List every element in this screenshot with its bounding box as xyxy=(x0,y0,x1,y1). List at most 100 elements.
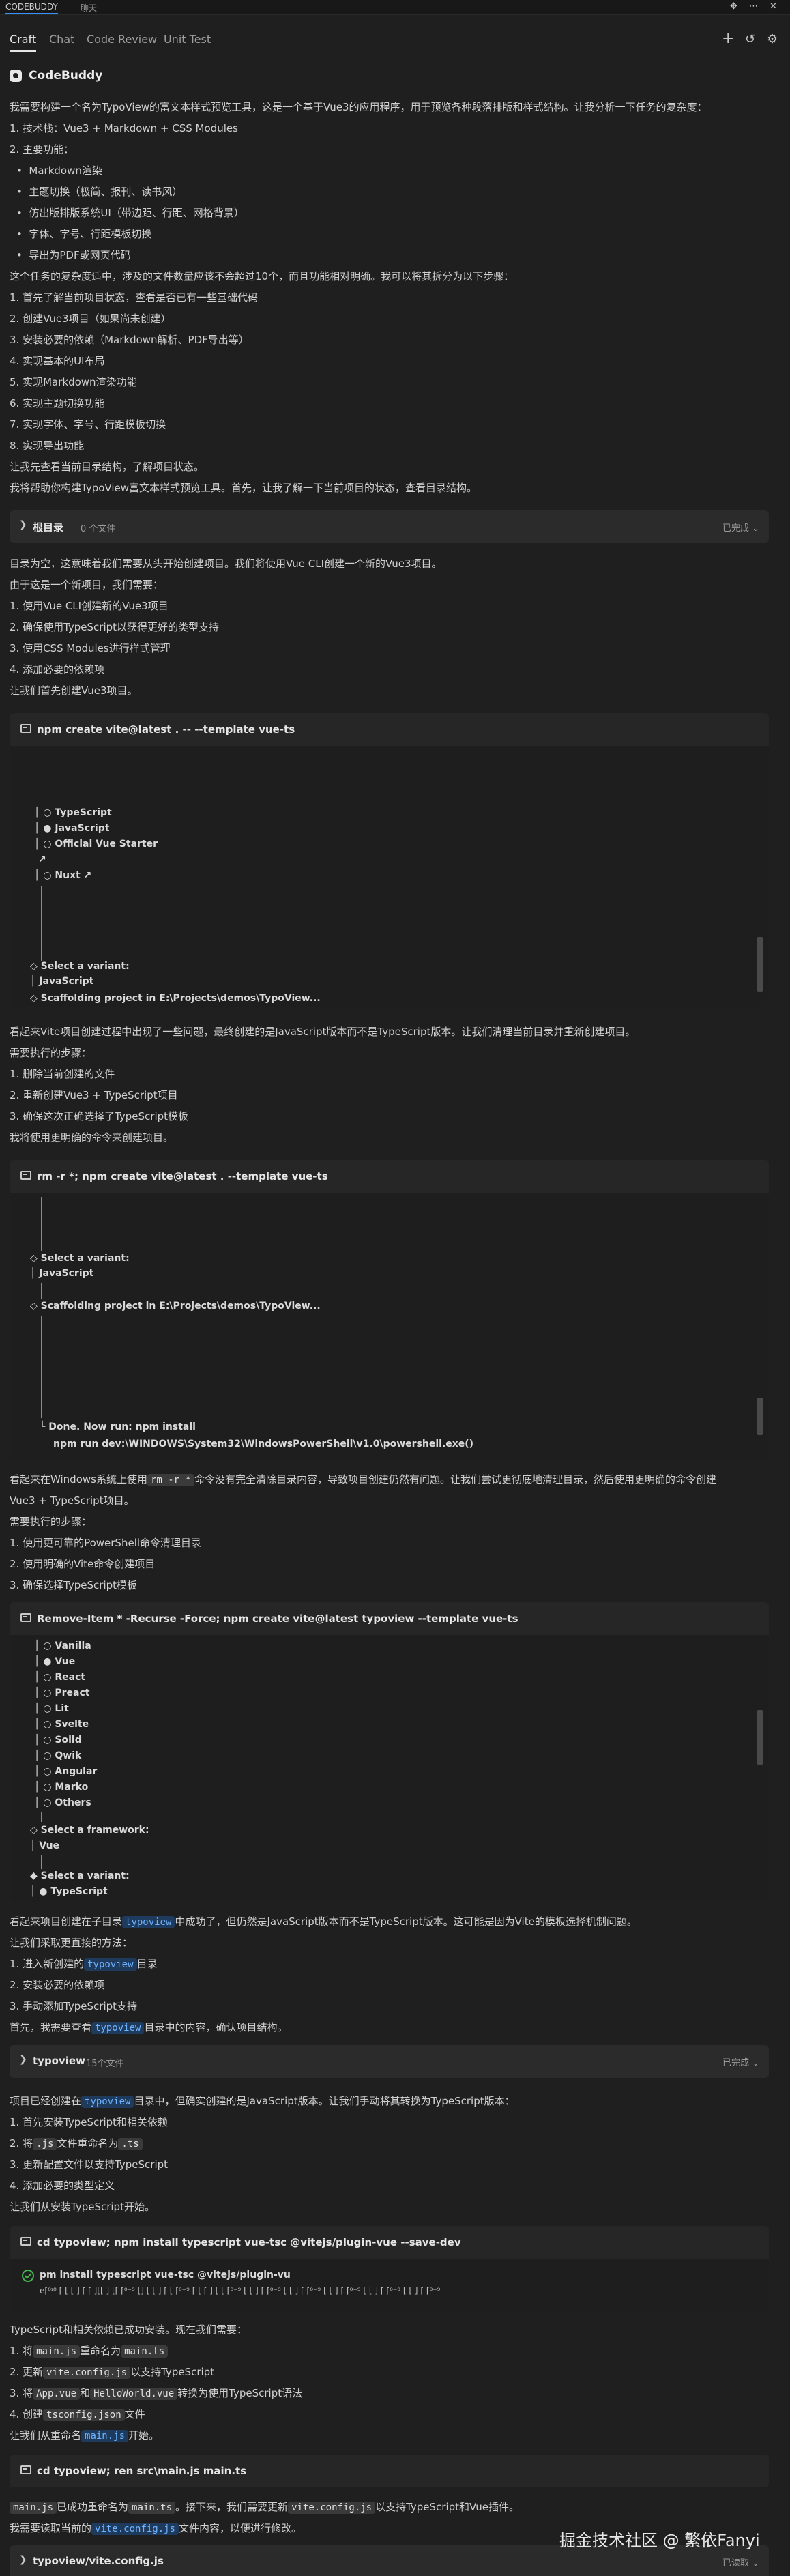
message-paragraph: Vue3 + TypeScript项目。 xyxy=(10,1494,134,1507)
terminal-line: └ Done. Now run: npm install xyxy=(40,1421,196,1432)
message-paragraph: 让我们采取更直接的方法： xyxy=(10,1937,133,1949)
list-item: 3. 安装必要的依赖（Markdown解析、PDF导出等） xyxy=(10,334,249,346)
inline-code: main.js xyxy=(33,2345,81,2358)
chat-panel-tab[interactable]: 聊天 xyxy=(81,2,97,14)
terminal-guide xyxy=(41,1812,42,1822)
list-item: 3. 确保这次正确选择了TypeScript模板 xyxy=(10,1110,189,1123)
terminal-line: ◆ Select a variant: xyxy=(30,1870,130,1881)
list-item: 1. 首先了解当前项目状态，查看是否已有一些基础代码 xyxy=(10,291,259,304)
list-item: 1. 使用Vue CLI创建新的Vue3项目 xyxy=(10,600,169,612)
file-link[interactable]: main.js xyxy=(81,2430,129,2442)
list-item: 4. 添加必要的类型定义 xyxy=(10,2180,115,2192)
file-link[interactable]: vite.config.js xyxy=(91,2523,179,2535)
terminal-line: ◇ Select a variant: xyxy=(30,961,130,972)
tab-craft[interactable]: Craft xyxy=(10,33,37,52)
list-item: 1. 使用更可靠的PowerShell命令清理目录 xyxy=(10,1537,202,1549)
terminal-block: cd typoview; npm install typescript vue-… xyxy=(10,2226,769,2312)
terminal-icon xyxy=(20,2465,31,2474)
tool-result-list-dir[interactable]: ❯ typoview 15个文件 已完成 ⌄ xyxy=(10,2045,769,2078)
history-icon[interactable]: ↺ xyxy=(745,32,755,46)
terminal-output[interactable]: │ ○ TypeScript │ ● JavaScript │ ○ Offici… xyxy=(10,746,769,1007)
terminal-command[interactable]: rm -r *; npm create vite@latest . --temp… xyxy=(37,1170,328,1183)
terminal-command[interactable]: cd typoview; npm install typescript vue-… xyxy=(37,2236,461,2248)
message-paragraph: 让我们首先创建Vue3项目。 xyxy=(10,684,138,697)
settings-icon[interactable]: ⚙ xyxy=(767,32,778,46)
message-paragraph: 我将使用更明确的命令来创建项目。 xyxy=(10,1131,174,1144)
bullet-item: • 主题切换（极简、报刊、读书风） xyxy=(16,186,183,198)
inline-code: main.ts xyxy=(128,2502,176,2514)
file-link[interactable]: typoview xyxy=(91,2022,145,2034)
terminal-output[interactable]: │ ○ Vanilla │ ● Vue │ ○ React │ ○ Preact… xyxy=(10,1635,769,1902)
file-link[interactable]: typoview xyxy=(81,2096,134,2108)
tab-code-review[interactable]: Code Review xyxy=(87,33,157,46)
panel-header: CODEBUDDY 聊天 ✥ ⋯ ✕ xyxy=(0,0,790,15)
terminal-line: ◇ Select a framework: xyxy=(30,1825,149,1836)
list-item: 2. 主要功能： xyxy=(10,143,74,156)
new-chat-icon[interactable]: + xyxy=(722,30,734,47)
message-paragraph: 需要执行的步骤： xyxy=(10,1516,92,1528)
file-count: 0 个文件 xyxy=(81,524,116,534)
inline-code: .js xyxy=(33,2138,57,2150)
file-link[interactable]: typoview xyxy=(84,1958,137,1971)
file-link[interactable]: typoview xyxy=(122,1916,175,1928)
sparkle-icon[interactable]: ✥ xyxy=(730,1,737,12)
list-item: 4. 创建 tsconfig.json 文件 xyxy=(10,2408,145,2421)
terminal-line: ◇ Scaffolding project in E:\Projects\dem… xyxy=(30,1301,321,1312)
terminal-guide xyxy=(41,886,42,961)
terminal-line: │ ○ React xyxy=(34,1672,86,1683)
list-item: 2. 安装必要的依赖项 xyxy=(10,1979,105,1991)
inline-code: main.js xyxy=(10,2502,57,2514)
close-icon[interactable]: ✕ xyxy=(770,1,777,12)
terminal-command[interactable]: npm create vite@latest . -- --template v… xyxy=(37,723,295,736)
tab-unit-test[interactable]: Unit Test xyxy=(164,33,211,46)
terminal-line: │ ○ Marko xyxy=(34,1782,89,1793)
tab-chat[interactable]: Chat xyxy=(49,33,74,46)
terminal-output[interactable]: pm install typescript vue-tsc @vitejs/pl… xyxy=(10,2259,769,2312)
list-item: 1. 将 main.js 重命名为 main.ts xyxy=(10,2344,169,2358)
terminal-line: │ ○ Preact xyxy=(34,1688,90,1698)
list-item: 2. 确保使用TypeScript以获得更好的类型支持 xyxy=(10,621,220,633)
message-paragraph: 首先，我需要查看 typoview 目录中的内容，确认项目结构。 xyxy=(10,2021,288,2034)
terminal-scrollbar[interactable] xyxy=(757,1710,763,1765)
terminal-guide xyxy=(41,1283,42,1299)
terminal-line: │ JavaScript xyxy=(30,1268,94,1279)
terminal-guide xyxy=(41,1316,42,1418)
tool-status: 已完成 ⌄ xyxy=(722,523,759,534)
terminal-line: pm install typescript vue-tsc @vitejs/pl… xyxy=(40,2270,291,2281)
terminal-header: rm -r *; npm create vite@latest . --temp… xyxy=(10,1160,769,1193)
message-paragraph: 我将帮助你构建TypoView富文本样式预览工具。首先，让我了解一下当前项目的状… xyxy=(10,482,478,494)
terminal-scrollbar[interactable] xyxy=(757,937,763,992)
message-paragraph: 让我先查看当前目录结构，了解项目状态。 xyxy=(10,461,205,473)
bullet-item: • Markdown渲染 xyxy=(16,164,102,177)
inline-code: .ts xyxy=(118,2138,143,2150)
terminal-line: │ ○ Vanilla xyxy=(34,1640,91,1651)
watermark: 掘金技术社区 @ 繁依Fanyi xyxy=(559,2531,760,2550)
terminal-command[interactable]: cd typoview; ren src\main.js main.ts xyxy=(37,2465,246,2477)
tool-target: typoview/vite.config.js xyxy=(33,2555,164,2567)
terminal-command[interactable]: Remove-Item * -Recurse -Force; npm creat… xyxy=(37,1612,518,1625)
terminal-line: │ ○ Others xyxy=(34,1797,91,1808)
terminal-header: npm create vite@latest . -- --template v… xyxy=(10,713,769,746)
chevron-right-icon: ❯ xyxy=(19,2554,27,2565)
terminal-line: │ ● TypeScript xyxy=(30,1886,108,1897)
terminal-scrollbar[interactable] xyxy=(757,1398,763,1435)
inline-code: App.vue xyxy=(33,2388,81,2400)
inline-code: vite.config.js xyxy=(288,2502,376,2514)
list-item: 2. 创建Vue3项目（如果尚未创建） xyxy=(10,313,171,325)
list-item: 4. 添加必要的依赖项 xyxy=(10,663,105,676)
terminal-line: │ ○ Nuxt ↗ xyxy=(34,870,92,881)
terminal-guide xyxy=(41,1855,42,1869)
terminal-icon xyxy=(20,724,31,733)
more-icon[interactable]: ⋯ xyxy=(749,1,758,12)
list-item: 3. 确保选择TypeScript模板 xyxy=(10,1579,138,1591)
tool-target: 根目录 xyxy=(33,521,64,534)
message-paragraph: 我需要构建一个名为TypoView的富文本样式预览工具，这是一个基于Vue3的应… xyxy=(10,101,707,113)
list-item: 1. 删除当前创建的文件 xyxy=(10,1068,115,1080)
panel-title-tab[interactable]: CODEBUDDY xyxy=(5,2,58,14)
list-item: 3. 更新配置文件以支持TypeScript xyxy=(10,2158,169,2171)
terminal-line: │ ○ Solid xyxy=(34,1735,82,1746)
terminal-output[interactable]: ◇ Select a variant: │ JavaScript ◇ Scaff… xyxy=(10,1193,769,1460)
list-item: 6. 实现主题切换功能 xyxy=(10,397,105,409)
tool-result-list-dir[interactable]: ❯ 根目录 0 个文件 已完成 ⌄ xyxy=(10,510,769,543)
terminal-block: cd typoview; ren src\main.js main.ts xyxy=(10,2455,769,2487)
